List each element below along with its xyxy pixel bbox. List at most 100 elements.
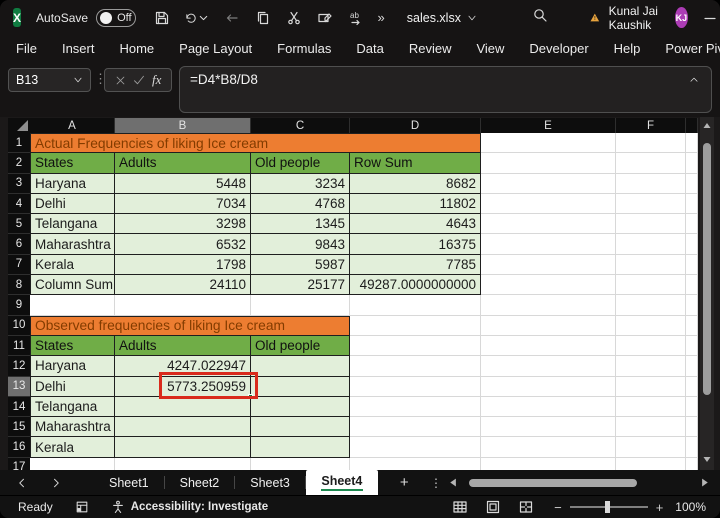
cell-G1-partial[interactable] [686, 133, 698, 154]
search-icon[interactable] [532, 7, 548, 28]
row-header-16[interactable]: 16 [8, 437, 30, 458]
cell-A11[interactable]: States [30, 335, 115, 357]
cell-F9[interactable] [616, 295, 686, 316]
insert-function-icon[interactable]: fx [152, 72, 161, 88]
menu-tab-formulas[interactable]: Formulas [277, 41, 331, 56]
horizontal-scrollbar[interactable] [448, 470, 710, 495]
row-header-6[interactable]: 6 [8, 234, 30, 255]
row-header-17[interactable]: 17 [8, 457, 30, 470]
cell-E7[interactable] [481, 254, 616, 276]
row-header-11[interactable]: 11 [8, 335, 30, 357]
cell-C9[interactable] [251, 295, 350, 316]
cell-F7[interactable] [616, 254, 686, 276]
cell-G2-partial[interactable] [686, 153, 698, 174]
column-header-F[interactable]: F [616, 118, 686, 133]
scroll-left-icon[interactable] [448, 478, 457, 487]
cell-F15[interactable] [616, 417, 686, 438]
cell-G13-partial[interactable] [686, 376, 698, 397]
cell-E14[interactable] [481, 396, 616, 418]
normal-view-icon[interactable] [452, 499, 468, 515]
cell-D6[interactable]: 16375 [350, 234, 481, 255]
cell-F3[interactable] [616, 173, 686, 194]
cell-B11[interactable]: Adults [115, 335, 251, 357]
row-header-8[interactable]: 8 [8, 275, 30, 296]
menu-tab-insert[interactable]: Insert [62, 41, 95, 56]
cell-C3[interactable]: 3234 [251, 173, 350, 194]
cell-G4-partial[interactable] [686, 193, 698, 215]
accessibility-icon[interactable] [111, 500, 125, 514]
cell-F12[interactable] [616, 356, 686, 377]
cell-F13[interactable] [616, 376, 686, 397]
page-break-view-icon[interactable] [518, 499, 534, 515]
cell-C13[interactable] [251, 376, 350, 397]
cell-A16[interactable]: Kerala [30, 437, 115, 458]
accessibility-status[interactable]: Accessibility: Investigate [131, 501, 268, 513]
row-header-3[interactable]: 3 [8, 173, 30, 194]
cancel-icon[interactable] [115, 75, 126, 86]
cell-C8[interactable]: 25177 [251, 275, 350, 296]
cell-E3[interactable] [481, 173, 616, 194]
email-icon[interactable] [316, 9, 334, 27]
add-sheet-button[interactable]: + [400, 474, 409, 491]
cell-G3-partial[interactable] [686, 173, 698, 194]
cell-G9-partial[interactable] [686, 295, 698, 316]
cell-D3[interactable]: 8682 [350, 173, 481, 194]
cell-E17[interactable] [481, 457, 616, 470]
cell-F4[interactable] [616, 193, 686, 215]
column-header-D[interactable]: D [350, 118, 481, 133]
select-all-button[interactable] [8, 118, 30, 133]
column-header-A[interactable]: A [30, 118, 115, 133]
menu-tab-power-pivot[interactable]: Power Pivot [665, 41, 720, 56]
cell-D4[interactable]: 11802 [350, 193, 481, 215]
cell-E9[interactable] [481, 295, 616, 316]
cell-D11[interactable] [350, 335, 481, 357]
cell-B5[interactable]: 3298 [115, 214, 251, 235]
document-title[interactable]: sales.xlsx [407, 11, 477, 25]
cell-B2[interactable]: Adults [115, 153, 251, 174]
sheet-tab-sheet2[interactable]: Sheet2 [165, 470, 235, 495]
cell-E16[interactable] [481, 437, 616, 458]
cell-F6[interactable] [616, 234, 686, 255]
cell-B17[interactable] [115, 457, 251, 470]
cell-A7[interactable]: Kerala [30, 254, 115, 276]
scroll-up-icon[interactable] [703, 122, 711, 130]
scroll-down-icon[interactable] [703, 455, 711, 463]
cell-G8-partial[interactable] [686, 275, 698, 296]
cell-A13[interactable]: Delhi [30, 376, 115, 397]
cell-G12-partial[interactable] [686, 356, 698, 377]
cell-D10[interactable] [350, 315, 481, 336]
cell-F17[interactable] [616, 457, 686, 470]
cell-C2[interactable]: Old people [251, 153, 350, 174]
row-header-10[interactable]: 10 [8, 315, 30, 336]
account-area[interactable]: ! Kunal Jai Kaushik KJ [590, 4, 688, 32]
cell-D7[interactable]: 7785 [350, 254, 481, 276]
row-header-12[interactable]: 12 [8, 356, 30, 377]
cell-D13[interactable] [350, 376, 481, 397]
column-header-B[interactable]: B [115, 118, 251, 133]
cell-E4[interactable] [481, 193, 616, 215]
cell-B8[interactable]: 24110 [115, 275, 251, 296]
prev-sheet-icon[interactable] [16, 477, 28, 489]
sheet-tab-sheet3[interactable]: Sheet3 [235, 470, 305, 495]
cell-B15[interactable] [115, 417, 251, 438]
redo-icon[interactable] [223, 9, 241, 27]
cell-B16[interactable] [115, 437, 251, 458]
cell-E15[interactable] [481, 417, 616, 438]
cell-E11[interactable] [481, 335, 616, 357]
scroll-right-icon[interactable] [701, 478, 710, 487]
cell-D15[interactable] [350, 417, 481, 438]
undo-icon[interactable] [184, 9, 210, 27]
cell-A3[interactable]: Haryana [30, 173, 115, 194]
cell-G11-partial[interactable] [686, 335, 698, 357]
horizontal-scroll-thumb[interactable] [469, 478, 637, 487]
cell-E13[interactable] [481, 376, 616, 397]
cell-A5[interactable]: Telangana [30, 214, 115, 235]
cell-G14-partial[interactable] [686, 396, 698, 418]
cell-E2[interactable] [481, 153, 616, 174]
cell-E10[interactable] [481, 315, 616, 336]
row-header-7[interactable]: 7 [8, 254, 30, 276]
cell-A1[interactable]: Actual Frequencies of liking Ice cream [30, 133, 481, 154]
cell-D14[interactable] [350, 396, 481, 418]
collapse-formula-bar-icon[interactable] [689, 75, 699, 85]
horizontal-scroll-track[interactable] [461, 478, 697, 488]
